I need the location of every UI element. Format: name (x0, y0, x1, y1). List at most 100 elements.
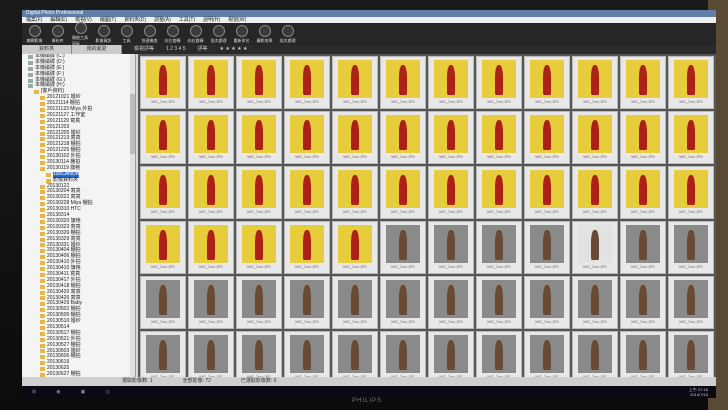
thumbnail[interactable]: IMG_7xxx.JPG (284, 331, 330, 377)
thumbnail[interactable]: IMG_7xxx.JPG (572, 331, 618, 377)
thumbnail[interactable]: IMG_7xxx.JPG (188, 111, 234, 164)
thumbnail[interactable]: IMG_7xxx.JPG (188, 276, 234, 329)
menu-item[interactable]: 視窗(W) (228, 17, 246, 23)
thumbnail[interactable]: IMG_7xxx.JPG (332, 166, 378, 219)
thumbnail[interactable]: IMG_7xxx.JPG (332, 56, 378, 109)
thumbnail[interactable]: IMG_7xxx.JPG (476, 276, 522, 329)
thumbnail[interactable]: IMG_7xxx.JPG (380, 166, 426, 219)
thumbnail[interactable]: IMG_7xxx.JPG (236, 331, 282, 377)
thumbnail[interactable]: IMG_7xxx.JPG (428, 56, 474, 109)
thumbnail[interactable]: IMG_7xxx.JPG (620, 56, 666, 109)
thumbnail[interactable]: IMG_7xxx.JPG (188, 331, 234, 377)
thumbnail[interactable]: IMG_7xxx.JPG (572, 221, 618, 274)
thumbnail[interactable]: IMG_7xxx.JPG (284, 166, 330, 219)
toolbar-button[interactable]: 編輯影像 (26, 24, 43, 44)
thumbnail[interactable]: IMG_7xxx.JPG (524, 166, 570, 219)
rating-stars[interactable]: ★ ★ ★ ★ ★ (208, 45, 248, 54)
thumbnail[interactable]: IMG_7xxx.JPG (428, 166, 474, 219)
thumbnail[interactable]: IMG_7xxx.JPG (284, 111, 330, 164)
thumbnail[interactable]: IMG_7xxx.JPG (188, 56, 234, 109)
thumbnail[interactable]: IMG_7xxx.JPG (572, 111, 618, 164)
thumbnail[interactable]: IMG_7xxx.JPG (524, 56, 570, 109)
thumbnail[interactable]: IMG_7xxx.JPG (380, 221, 426, 274)
thumbnail[interactable]: IMG_7xxx.JPG (332, 331, 378, 377)
thumbnail[interactable]: IMG_7xxx.JPG (140, 221, 186, 274)
thumbnail[interactable]: IMG_7xxx.JPG (668, 221, 714, 274)
thumbnail[interactable]: IMG_7xxx.JPG (572, 56, 618, 109)
thumbnail[interactable]: IMG_7xxx.JPG (236, 56, 282, 109)
thumbnail[interactable]: IMG_7xxx.JPG (620, 276, 666, 329)
thumbnail[interactable]: IMG_7xxx.JPG (284, 221, 330, 274)
thumbnail[interactable]: IMG_7xxx.JPG (476, 331, 522, 377)
thumbnail[interactable]: IMG_7xxx.JPG (620, 111, 666, 164)
thumbnail[interactable]: IMG_7xxx.JPG (428, 276, 474, 329)
folder-icon[interactable]: ▣ (81, 389, 86, 395)
thumbnail[interactable]: IMG_7xxx.JPG (332, 111, 378, 164)
thumbnail[interactable]: IMG_7xxx.JPG (284, 56, 330, 109)
toolbar-button[interactable]: 重新命名 (233, 24, 250, 44)
thumbnail[interactable]: IMG_7xxx.JPG (236, 276, 282, 329)
thumbnail[interactable]: IMG_7xxx.JPG (188, 221, 234, 274)
menu-item[interactable]: 工具(T) (179, 17, 195, 23)
thumbnail[interactable]: IMG_7xxx.JPG (140, 276, 186, 329)
toolbar-button[interactable]: 批次處理 (210, 24, 227, 44)
thumbnail[interactable]: IMG_7xxx.JPG (476, 56, 522, 109)
thumbnail[interactable]: IMG_7xxx.JPG (380, 276, 426, 329)
thumbnail[interactable]: IMG_7xxx.JPG (140, 331, 186, 377)
menu-item[interactable]: 縮圖(T) (100, 17, 116, 23)
toolbar-button[interactable]: 工具 (118, 24, 135, 44)
toolbar-button[interactable]: 批次處理 (279, 24, 296, 44)
thumbnail[interactable]: IMG_7xxx.JPG (236, 166, 282, 219)
toolbar-button[interactable]: 開啟工具面板 (72, 21, 89, 47)
browser-icon[interactable]: ◉ (56, 389, 60, 395)
menu-item[interactable]: 資料夾(D) (124, 17, 146, 23)
thumbnail[interactable]: IMG_7xxx.JPG (524, 331, 570, 377)
thumbnail[interactable]: IMG_7xxx.JPG (476, 166, 522, 219)
thumbnail[interactable]: IMG_7xxx.JPG (668, 166, 714, 219)
thumbnail[interactable]: IMG_7xxx.JPG (572, 276, 618, 329)
thumbnail[interactable]: IMG_7xxx.JPG (284, 276, 330, 329)
thumbnail[interactable]: IMG_7xxx.JPG (476, 111, 522, 164)
toolbar-button[interactable]: 影像資訊 (95, 24, 112, 44)
thumbnail[interactable]: IMG_7xxx.JPG (668, 56, 714, 109)
thumbnail[interactable]: IMG_7xxx.JPG (668, 276, 714, 329)
thumbnail[interactable]: IMG_7xxx.JPG (620, 166, 666, 219)
thumbnail[interactable]: IMG_7xxx.JPG (476, 221, 522, 274)
thumbnail[interactable]: IMG_7xxx.JPG (188, 166, 234, 219)
thumbnail[interactable]: IMG_7xxx.JPG (140, 111, 186, 164)
toolbar-button[interactable]: 攝影效果 (256, 24, 273, 44)
thumbnail[interactable]: IMG_7xxx.JPG (332, 221, 378, 274)
thumbnail[interactable]: IMG_7xxx.JPG (332, 276, 378, 329)
thumbnail[interactable]: IMG_7xxx.JPG (428, 331, 474, 377)
thumbnail[interactable]: IMG_7xxx.JPG (668, 111, 714, 164)
app-icon[interactable]: ◎ (105, 389, 109, 395)
thumbnail[interactable]: IMG_7xxx.JPG (380, 331, 426, 377)
thumbnail[interactable]: IMG_7xxx.JPG (620, 221, 666, 274)
thumbnail[interactable]: IMG_7xxx.JPG (236, 111, 282, 164)
thumbnail[interactable]: IMG_7xxx.JPG (380, 56, 426, 109)
thumbnail[interactable]: IMG_7xxx.JPG (620, 331, 666, 377)
menu-item[interactable]: 檔案(F) (26, 17, 42, 23)
tree-scrollbar[interactable] (130, 54, 135, 377)
menu-item[interactable]: 編輯(E) (50, 17, 67, 23)
thumbnail[interactable]: IMG_7xxx.JPG (524, 221, 570, 274)
menu-item[interactable]: 調整(A) (154, 17, 171, 23)
thumbnail[interactable]: IMG_7xxx.JPG (428, 221, 474, 274)
thumbnail[interactable]: IMG_7xxx.JPG (524, 111, 570, 164)
clock[interactable]: 上午 07:18 2014/7/15 (689, 387, 708, 397)
thumbnail[interactable]: IMG_7xxx.JPG (236, 221, 282, 274)
rating-filter-values[interactable]: 1 2 3 4 5 (154, 45, 185, 54)
tab-folder[interactable]: 資料夾 (22, 45, 72, 54)
thumbnail[interactable]: IMG_7xxx.JPG (668, 331, 714, 377)
toolbar-button[interactable]: 向右旋轉 (187, 24, 204, 44)
tab-favorites[interactable]: 我的最愛 (72, 45, 122, 54)
thumbnail[interactable]: IMG_7xxx.JPG (572, 166, 618, 219)
thumbnail[interactable]: IMG_7xxx.JPG (380, 111, 426, 164)
menu-item[interactable]: 說明(H) (203, 17, 220, 23)
thumbnail[interactable]: IMG_7xxx.JPG (428, 111, 474, 164)
toolbar-button[interactable]: 資料夾 (49, 24, 66, 44)
thumbnail[interactable]: IMG_7xxx.JPG (140, 166, 186, 219)
thumbnail[interactable]: IMG_7xxx.JPG (140, 56, 186, 109)
start-icon[interactable]: ⊞ (32, 389, 36, 395)
toolbar-button[interactable]: 快速檢查 (141, 24, 158, 44)
